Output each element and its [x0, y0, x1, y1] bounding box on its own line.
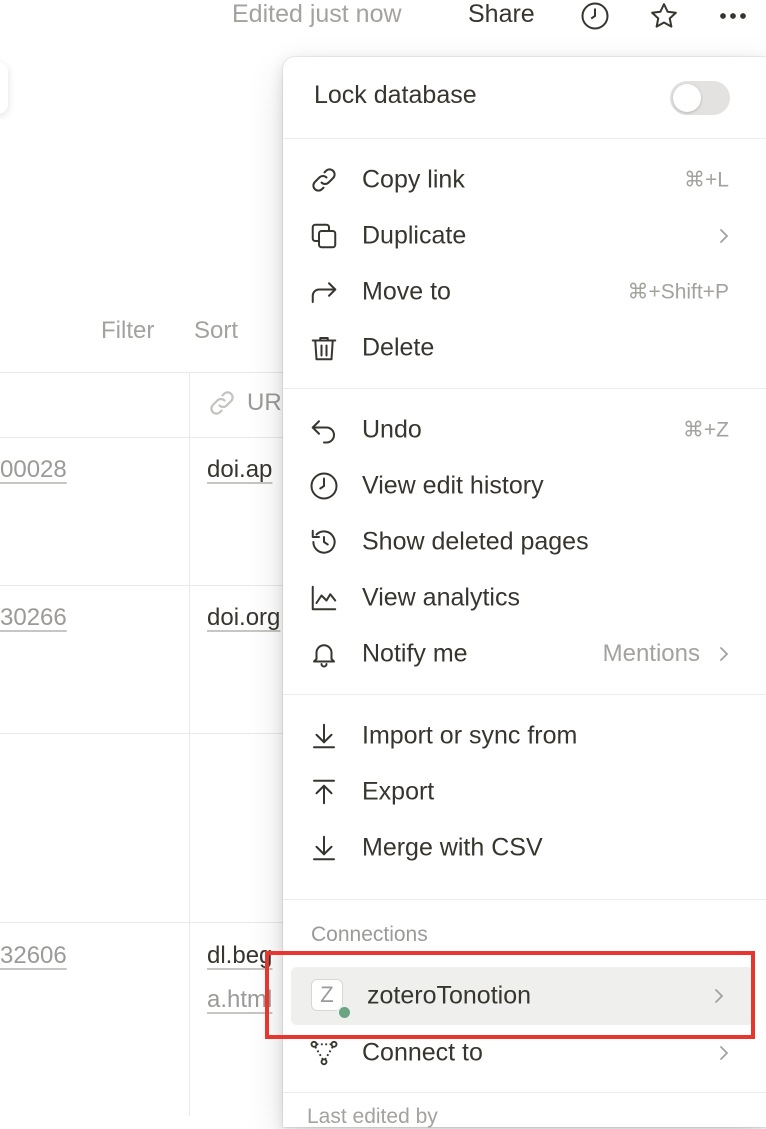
- menu-item-merge-csv[interactable]: Merge with CSV: [283, 820, 766, 876]
- database-options-menu: Lock database Copy link ⌘+L Duplicate Mo…: [283, 57, 766, 1128]
- menu-item-label: Import or sync from: [362, 721, 578, 750]
- merge-icon: [307, 831, 341, 865]
- menu-item-label: Move to: [362, 277, 451, 306]
- filter-button[interactable]: Filter: [101, 317, 154, 345]
- menu-item-label: Show deleted pages: [362, 527, 589, 556]
- menu-item-label: Notify me: [362, 639, 468, 668]
- menu-item-view-analytics[interactable]: View analytics: [283, 570, 766, 626]
- table-cell-number[interactable]: 00028: [0, 456, 67, 484]
- menu-item-label: Copy link: [362, 165, 465, 194]
- chart-icon: [307, 581, 341, 615]
- menu-item-show-deleted-pages[interactable]: Show deleted pages: [283, 514, 766, 570]
- menu-item-view-edit-history[interactable]: View edit history: [283, 458, 766, 514]
- chevron-right-icon: [711, 984, 727, 1008]
- top-bar: Edited just now Share: [0, 0, 766, 30]
- menu-item-undo[interactable]: Undo ⌘+Z: [283, 402, 766, 458]
- duplicate-icon: [307, 219, 341, 253]
- shortcut-hint: ⌘+Shift+P: [627, 280, 729, 304]
- chevron-right-icon: [716, 1041, 732, 1065]
- shortcut-hint: ⌘+Z: [682, 418, 729, 442]
- menu-item-import-sync[interactable]: Import or sync from: [283, 708, 766, 764]
- chevron-right-icon: [716, 224, 732, 248]
- notify-setting-value: Mentions: [602, 640, 700, 667]
- menu-divider: [283, 694, 766, 695]
- menu-item-move-to[interactable]: Move to ⌘+Shift+P: [283, 264, 766, 320]
- column-divider: [189, 372, 190, 1116]
- table-cell-number[interactable]: 32606: [0, 942, 67, 970]
- clock-icon[interactable]: [578, 0, 612, 32]
- menu-item-label: Export: [362, 777, 435, 806]
- menu-item-label: Merge with CSV: [362, 833, 543, 862]
- lock-database-toggle[interactable]: [670, 81, 730, 115]
- shortcut-hint: ⌘+L: [684, 168, 729, 192]
- menu-item-label: View analytics: [362, 583, 520, 612]
- star-icon[interactable]: [647, 0, 681, 32]
- menu-item-duplicate[interactable]: Duplicate: [283, 208, 766, 264]
- import-icon: [307, 719, 341, 753]
- toggle-knob: [673, 84, 701, 112]
- menu-item-label: Delete: [362, 333, 435, 362]
- url-column-label: UR: [247, 389, 282, 416]
- connections-icon: [307, 1036, 341, 1070]
- table-cell-url[interactable]: a.html: [207, 986, 272, 1014]
- history-icon: [307, 525, 341, 559]
- link-icon: [307, 163, 341, 197]
- export-icon: [307, 775, 341, 809]
- share-button[interactable]: Share: [468, 0, 535, 29]
- chevron-right-icon: [716, 642, 732, 666]
- menu-item-connect-to[interactable]: Connect to: [283, 1025, 766, 1081]
- table-cell-url[interactable]: doi.org: [207, 604, 280, 632]
- menu-item-label: Duplicate: [362, 221, 467, 250]
- clock-icon: [307, 469, 341, 503]
- more-icon[interactable]: [716, 0, 750, 32]
- menu-divider: [283, 138, 766, 139]
- menu-item-copy-link[interactable]: Copy link ⌘+L: [283, 152, 766, 208]
- table-cell-number[interactable]: 30266: [0, 604, 67, 632]
- edited-status: Edited just now: [232, 0, 402, 28]
- connection-zotero[interactable]: Z zoteroTonotion: [291, 967, 753, 1025]
- menu-item-notify-me[interactable]: Notify me Mentions: [283, 626, 766, 682]
- sort-button[interactable]: Sort: [194, 317, 238, 345]
- bell-icon: [307, 637, 341, 671]
- left-card-edge: [0, 62, 8, 114]
- menu-item-label: Connect to: [362, 1038, 483, 1067]
- zotero-app-icon: Z: [311, 979, 343, 1011]
- menu-item-delete[interactable]: Delete: [283, 320, 766, 376]
- connection-label: zoteroTonotion: [367, 981, 532, 1010]
- menu-item-export[interactable]: Export: [283, 764, 766, 820]
- menu-divider: [283, 1092, 766, 1093]
- status-dot: [337, 1005, 352, 1020]
- table-cell-url[interactable]: dl.beg: [207, 942, 272, 970]
- undo-icon: [307, 413, 341, 447]
- link-icon: [210, 391, 234, 415]
- menu-item-label: Undo: [362, 415, 422, 444]
- menu-item-label: View edit history: [362, 471, 544, 500]
- table-cell-url[interactable]: doi.ap: [207, 456, 272, 484]
- url-column-header[interactable]: UR: [207, 388, 282, 418]
- menu-divider: [283, 899, 766, 900]
- lock-database-label: Lock database: [314, 81, 477, 109]
- last-edited-footer: Last edited by: [307, 1105, 438, 1128]
- connections-header: Connections: [311, 923, 428, 946]
- menu-divider: [283, 388, 766, 389]
- trash-icon: [307, 331, 341, 365]
- move-to-icon: [307, 275, 341, 309]
